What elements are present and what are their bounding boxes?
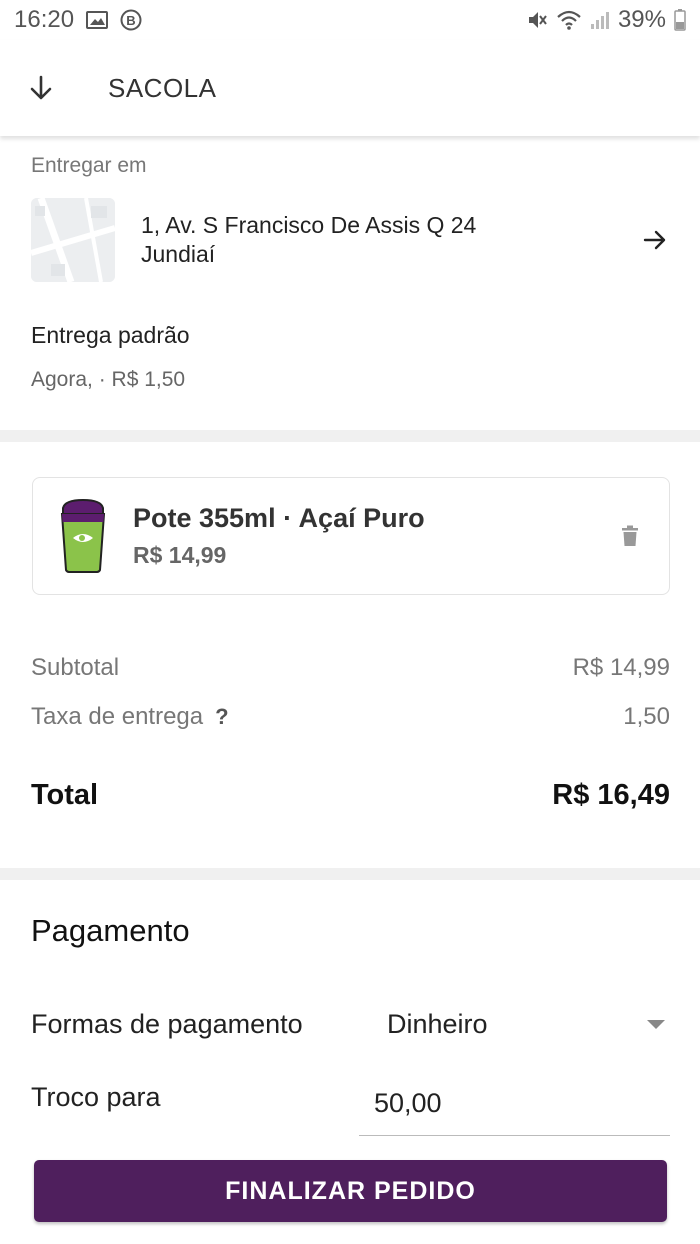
- battery-percent: 39%: [617, 6, 666, 33]
- item-name: Pote 355ml · Açaí Puro: [133, 503, 425, 533]
- address-line-1: 1, Av. S Francisco De Assis Q 24: [141, 212, 477, 238]
- delivery-fee-value: 1,50: [623, 703, 670, 730]
- delivery-eta: Agora, · R$ 1,50: [31, 368, 186, 391]
- arrow-down-icon[interactable]: [0, 40, 82, 136]
- cart-item-text: Pote 355ml · Açaí Puro R$ 14,99: [133, 503, 425, 569]
- help-icon[interactable]: ?: [215, 704, 228, 730]
- delivery-section: Entregar em 1, Av. S Francisco De Assis …: [0, 136, 700, 430]
- status-bar: 16:20 B 39%: [0, 0, 700, 40]
- delivery-fee-label: Taxa de entrega: [31, 703, 204, 730]
- payment-title: Pagamento: [31, 913, 190, 948]
- app-bar: SACOLA: [0, 40, 700, 136]
- status-time: 16:20: [14, 6, 75, 33]
- change-input[interactable]: 50,00: [359, 1072, 670, 1136]
- payment-method-value: Dinheiro: [387, 1009, 488, 1039]
- payment-method-label: Formas de pagamento: [31, 1009, 303, 1039]
- address-row[interactable]: 1, Av. S Francisco De Assis Q 24 Jundiaí: [31, 198, 671, 282]
- mute-icon: [526, 9, 548, 31]
- svg-text:B: B: [126, 13, 135, 28]
- cart-item[interactable]: Pote 355ml · Açaí Puro R$ 14,99: [32, 477, 670, 595]
- image-icon: [86, 10, 109, 30]
- arrow-right-icon[interactable]: [643, 229, 667, 251]
- section-divider: [0, 430, 700, 442]
- trash-icon[interactable]: [621, 525, 639, 547]
- delivery-type: Entrega padrão: [31, 322, 190, 348]
- map-thumbnail: [31, 198, 115, 282]
- signal-icon: [590, 10, 610, 30]
- battery-icon: [674, 9, 686, 31]
- checkout-button[interactable]: FINALIZAR PEDIDO: [34, 1160, 667, 1222]
- section-divider: [0, 868, 700, 880]
- total-label: Total: [31, 779, 99, 811]
- dropdown-caret-icon: [647, 1020, 665, 1029]
- subtotal-label: Subtotal: [31, 654, 120, 681]
- payment-method-row: Formas de pagamento Dinheiro: [31, 1009, 671, 1040]
- wifi-icon: [556, 9, 582, 31]
- change-label: Troco para: [31, 1082, 161, 1112]
- subtotal-value: R$ 14,99: [572, 654, 670, 681]
- page-title: SACOLA: [108, 72, 217, 103]
- acai-cup-icon: [55, 498, 111, 574]
- delivery-fee-row: Taxa de entrega ? 1,50: [31, 703, 670, 731]
- b-badge-icon: B: [120, 9, 142, 31]
- subtotal-row: Subtotal R$ 14,99: [31, 654, 670, 682]
- payment-method-select[interactable]: Dinheiro: [387, 1009, 671, 1040]
- address-text: 1, Av. S Francisco De Assis Q 24 Jundiaí: [141, 211, 601, 269]
- address-line-2: Jundiaí: [141, 241, 216, 267]
- item-price: R$ 14,99: [133, 542, 227, 568]
- deliver-to-label: Entregar em: [31, 154, 147, 177]
- total-row: Total R$ 16,49: [31, 779, 670, 812]
- total-value: R$ 16,49: [552, 779, 670, 811]
